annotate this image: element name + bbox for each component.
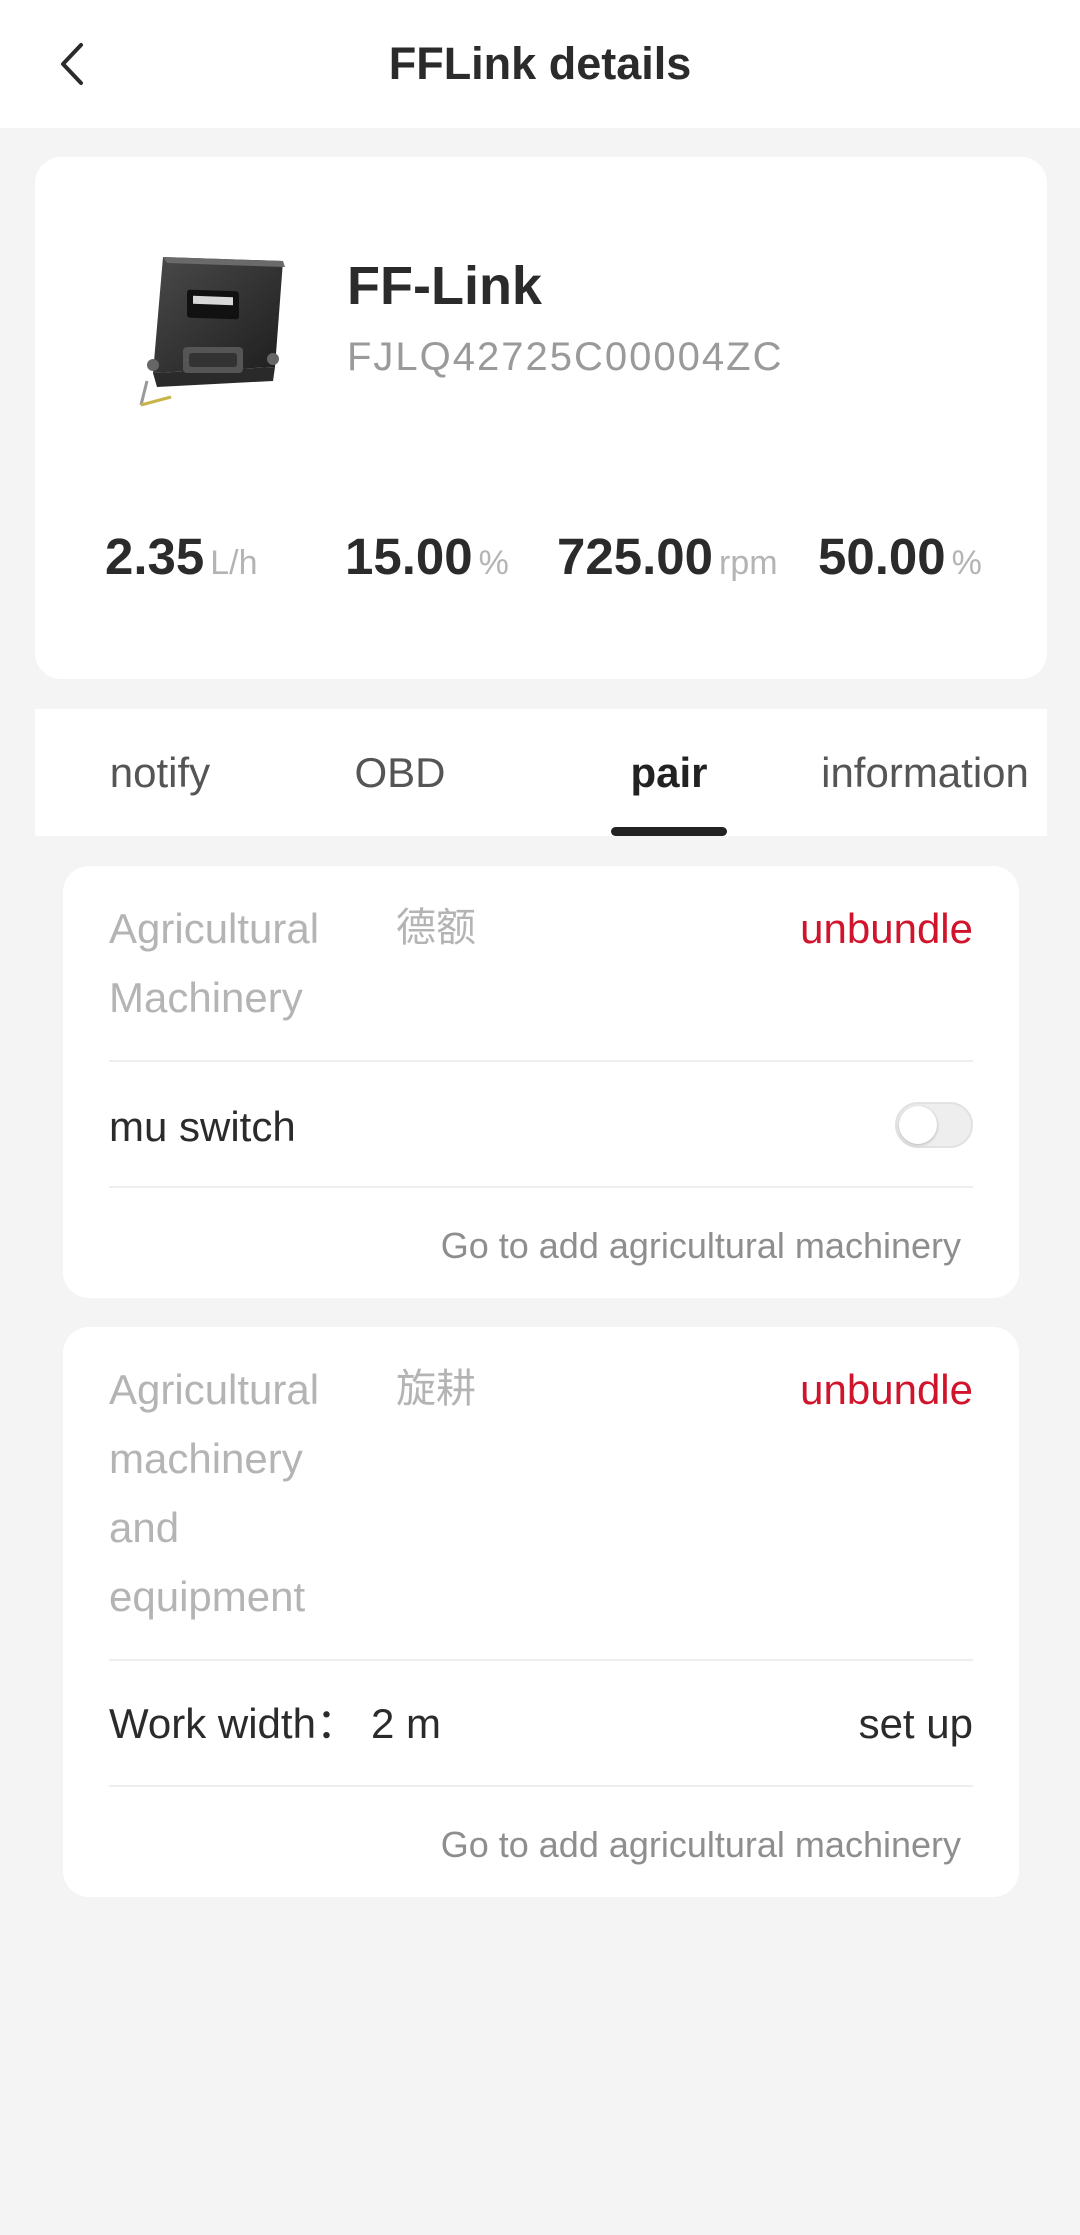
device-name: FF-Link <box>347 256 542 316</box>
set-up-button[interactable]: set up <box>859 1699 973 1749</box>
equipment-label-line: and <box>109 1504 180 1551</box>
tab-obd[interactable]: OBD <box>325 709 475 836</box>
tab-information[interactable]: information <box>810 709 1040 836</box>
divider <box>109 1785 973 1787</box>
machinery-card: Agricultural Machinery 德额 unbundle mu sw… <box>63 866 1019 1298</box>
machinery-value: 德额 <box>396 906 476 950</box>
add-machinery-link[interactable]: Go to add agricultural machinery <box>441 1222 961 1270</box>
add-equipment-link[interactable]: Go to add agricultural machinery <box>441 1821 961 1869</box>
divider <box>109 1060 973 1062</box>
device-metrics: 2.35 L/h 15.00 % 725.00 rpm 50.00 % <box>35 527 1047 607</box>
active-tab-indicator <box>611 827 727 836</box>
metric-value: 15.00 <box>345 528 473 585</box>
divider <box>109 1659 973 1661</box>
back-button[interactable] <box>40 28 104 100</box>
metric-unit: % <box>951 544 982 582</box>
equipment-label-line: Agricultural <box>109 1366 320 1413</box>
equipment-card: Agricultural machinery and equipment 旋耕 … <box>63 1327 1019 1897</box>
metric-value: 2.35 <box>105 528 205 585</box>
machinery-label-line: Agricultural <box>109 905 320 952</box>
chevron-left-icon <box>61 43 83 85</box>
equipment-value: 旋耕 <box>396 1367 476 1411</box>
tab-pair[interactable]: pair <box>599 709 739 836</box>
metric-percent-1: 15.00 % <box>345 527 509 607</box>
unbundle-machinery-button[interactable]: unbundle <box>800 894 973 963</box>
equipment-label-line: equipment <box>109 1573 306 1620</box>
fflink-device-image <box>113 247 303 417</box>
toggle-knob <box>899 1106 937 1144</box>
unbundle-equipment-button[interactable]: unbundle <box>800 1355 973 1424</box>
mu-switch-toggle[interactable] <box>895 1102 973 1148</box>
mu-switch-label: mu switch <box>109 1103 296 1150</box>
equipment-label-line: machinery <box>109 1435 303 1482</box>
metric-rpm: 725.00 rpm <box>557 527 778 607</box>
app-header: FFLink details <box>0 0 1080 128</box>
device-serial: FJLQ42725C00004ZC <box>347 335 784 379</box>
machinery-label-line: Machinery <box>109 974 303 1021</box>
tab-notify[interactable]: notify <box>75 709 245 836</box>
metric-value: 50.00 <box>818 528 946 585</box>
tab-bar: notify OBD pair information <box>35 709 1047 836</box>
work-width-label: Work width： <box>109 1700 358 1747</box>
metric-unit: rpm <box>719 544 778 582</box>
device-card: FF-Link FJLQ42725C00004ZC 2.35 L/h 15.00… <box>35 157 1047 679</box>
metric-value: 725.00 <box>557 528 713 585</box>
equipment-label: Agricultural machinery and equipment <box>109 1355 319 1631</box>
page-title: FFLink details <box>388 38 692 89</box>
metric-unit: L/h <box>210 544 258 582</box>
work-width-value: 2 m <box>371 1700 442 1747</box>
machinery-label: Agricultural Machinery <box>109 894 319 1032</box>
metric-percent-2: 50.00 % <box>818 527 982 607</box>
metric-unit: % <box>478 544 509 582</box>
metric-fuel-rate: 2.35 L/h <box>105 527 258 607</box>
divider <box>109 1186 973 1188</box>
